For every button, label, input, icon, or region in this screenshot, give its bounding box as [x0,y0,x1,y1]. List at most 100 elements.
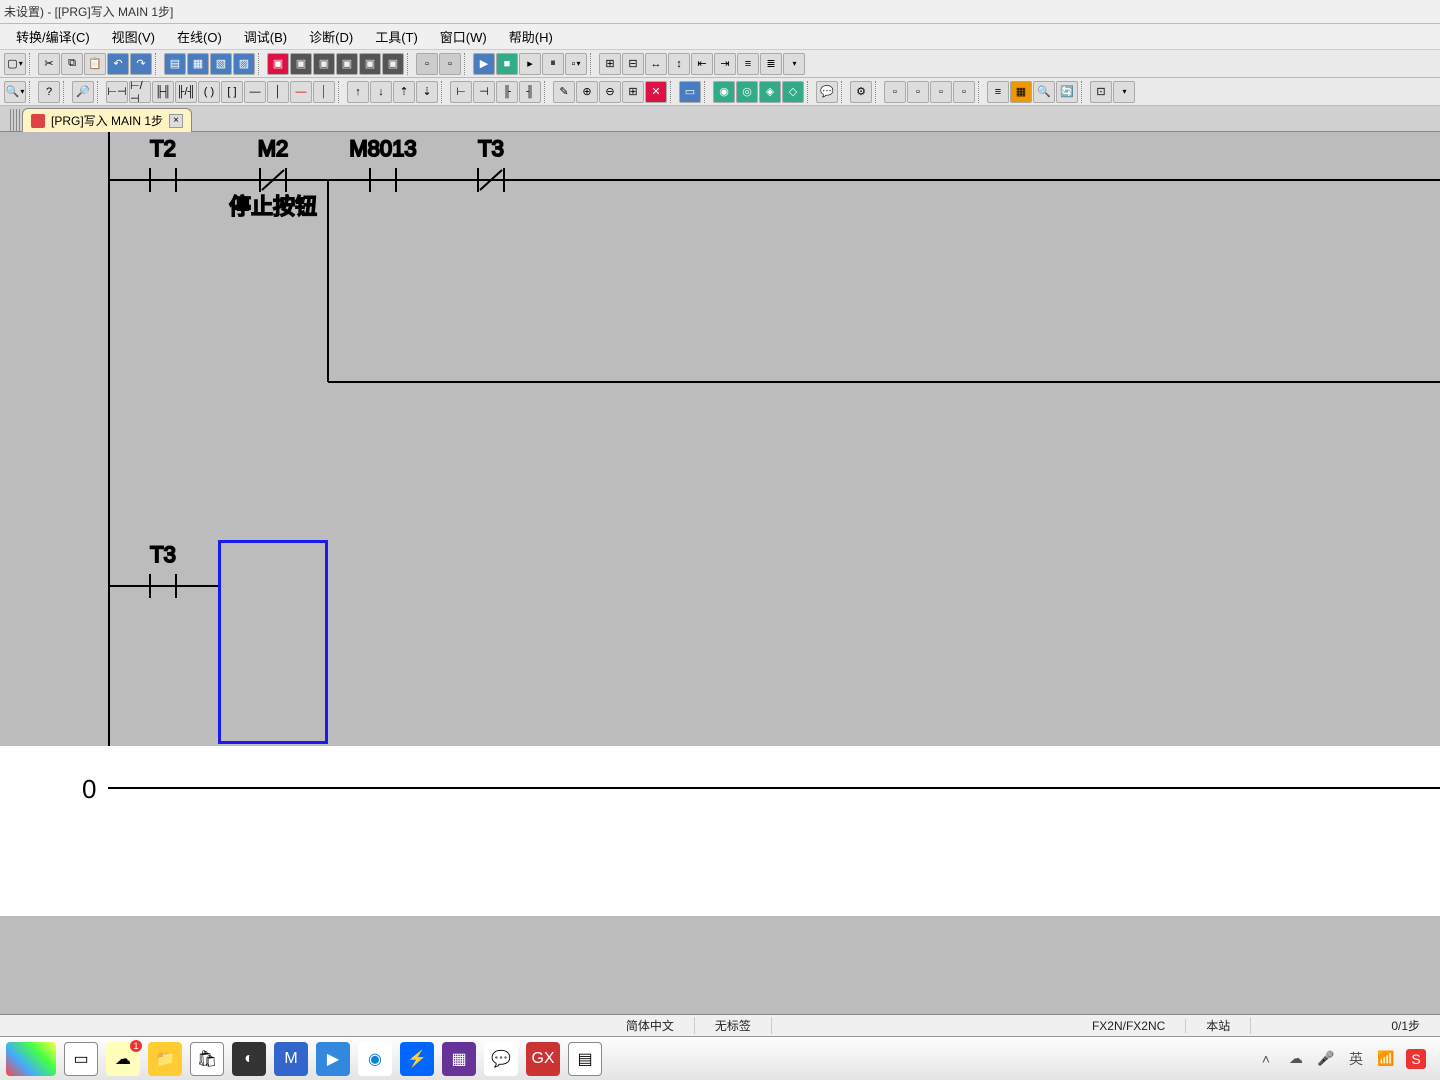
read-button[interactable]: ▣ [290,53,312,75]
tab-main-program[interactable]: [PRG]写入 MAIN 1步 × [22,108,192,132]
rebuild-button[interactable]: ▦ [187,53,209,75]
tab-grip[interactable] [10,109,22,131]
ladder-editor[interactable]: 0 T2 M2 停止按钮 [0,132,1440,1014]
view-button[interactable]: ▦ [1010,81,1032,103]
menu-debug[interactable]: 调试(B) [238,25,293,48]
start-button[interactable] [6,1042,56,1076]
pulse-or-up-button[interactable]: ⇡ [393,81,415,103]
step-button[interactable]: ▸ [519,53,541,75]
tool-button[interactable]: ▫ [930,81,952,103]
convert-all-button[interactable]: ▨ [233,53,255,75]
menu-diagnose[interactable]: 诊断(D) [303,25,359,48]
online-button[interactable]: ◇ [782,81,804,103]
redo-button[interactable]: ↷ [130,53,152,75]
label-button[interactable]: ▭ [679,81,701,103]
tool-button[interactable]: ▫ [416,53,438,75]
help-button[interactable]: ? [38,81,60,103]
format-button[interactable]: ≡ [737,53,759,75]
monitor-button[interactable]: ▣ [336,53,358,75]
alt-contact-button[interactable]: ⊢ [450,81,472,103]
view-button[interactable]: ≡ [987,81,1009,103]
watch-button[interactable]: ▣ [359,53,381,75]
dropdown-button[interactable]: ▢ [4,53,26,75]
app-icon[interactable]: M [274,1042,308,1076]
insert-col-button[interactable]: ⊞ [622,81,644,103]
build-button[interactable]: ▤ [164,53,186,75]
pause-button[interactable]: ⏸ [542,53,564,75]
nav-button[interactable]: ⇥ [714,53,736,75]
ime-switch-icon[interactable]: S [1406,1049,1426,1069]
app-icon[interactable]: ▦ [442,1042,476,1076]
tab-close-button[interactable]: × [169,114,183,128]
contact-m2-nc[interactable]: M2 停止按钮 [229,136,317,219]
more-button[interactable]: ▫ [565,53,587,75]
overflow-button[interactable] [783,53,805,75]
online-button[interactable]: ◎ [736,81,758,103]
alt-contact-button[interactable]: ╟ [496,81,518,103]
app-icon[interactable]: ◐ [232,1042,266,1076]
alt-contact-button[interactable]: ⊣ [473,81,495,103]
task-view-icon[interactable]: ▭ [64,1042,98,1076]
tool-button[interactable]: ▫ [439,53,461,75]
convert-button[interactable]: ▧ [210,53,232,75]
cloud-icon[interactable]: ☁ [1286,1049,1306,1069]
undo-button[interactable]: ↶ [107,53,129,75]
app-icon[interactable]: ▤ [568,1042,602,1076]
edit-button[interactable]: ✎ [553,81,575,103]
zoom-button[interactable]: ⊞ [599,53,621,75]
store-icon[interactable]: 🛍 [190,1042,224,1076]
file-explorer-icon[interactable]: 📁 [148,1042,182,1076]
tool-button[interactable]: ▫ [953,81,975,103]
search-button[interactable]: 🔍 [1033,81,1055,103]
contact-no-button[interactable]: ⊢⊣ [106,81,128,103]
tool-button[interactable]: ▫ [907,81,929,103]
edge-icon[interactable]: ◉ [358,1042,392,1076]
contact-ornc-button[interactable]: ╟/╢ [175,81,197,103]
verify-button[interactable]: ▣ [313,53,335,75]
comment-button[interactable]: 💬 [816,81,838,103]
contact-t3-no[interactable]: T3 [150,542,176,598]
pulse-down-button[interactable]: ↓ [370,81,392,103]
alt-contact-button[interactable]: ╢ [519,81,541,103]
tool-button[interactable]: ⚙ [850,81,872,103]
format-button[interactable]: ≣ [760,53,782,75]
contact-nc-button[interactable]: ⊢/⊣ [129,81,151,103]
delete-button[interactable]: ✕ [645,81,667,103]
network-icon[interactable]: 📶 [1376,1049,1396,1069]
online-button[interactable]: ◉ [713,81,735,103]
copy-button[interactable]: ⧉ [61,53,83,75]
contact-t3-nc[interactable]: T3 [478,136,504,192]
vline-button[interactable]: │ [267,81,289,103]
del-vline-button[interactable]: │ [313,81,335,103]
nav-button[interactable]: ⇤ [691,53,713,75]
nav-button[interactable]: ↔ [645,53,667,75]
func-button[interactable]: [ ] [221,81,243,103]
menu-online[interactable]: 在线(O) [171,25,228,48]
zoom-fit-button[interactable]: ⊡ [1090,81,1112,103]
menu-view[interactable]: 视图(V) [106,25,161,48]
device-button[interactable]: ▣ [382,53,404,75]
insert-row-button[interactable]: ⊕ [576,81,598,103]
menu-convert[interactable]: 转换/编译(C) [10,25,96,48]
run-button[interactable]: ▶ [473,53,495,75]
zoom-dropdown[interactable]: 🔍 [4,81,26,103]
cut-button[interactable]: ✂ [38,53,60,75]
contact-t2[interactable]: T2 [150,136,176,192]
write-button[interactable]: ▣ [267,53,289,75]
online-button[interactable]: ◈ [759,81,781,103]
app-icon[interactable]: ▶ [316,1042,350,1076]
pulse-up-button[interactable]: ↑ [347,81,369,103]
pulse-or-down-button[interactable]: ⇣ [416,81,438,103]
microphone-icon[interactable]: 🎤 [1316,1049,1336,1069]
paste-button[interactable]: 📋 [84,53,106,75]
coil-button[interactable]: ( ) [198,81,220,103]
overflow-button[interactable] [1113,81,1135,103]
zoom-button[interactable]: ⊟ [622,53,644,75]
menu-window[interactable]: 窗口(W) [434,25,493,48]
tray-expand-icon[interactable]: ˄ [1256,1049,1276,1069]
nav-button[interactable]: ↕ [668,53,690,75]
del-hline-button[interactable]: — [290,81,312,103]
tool-button[interactable]: ▫ [884,81,906,103]
hline-button[interactable]: — [244,81,266,103]
find-button[interactable]: 🔎 [72,81,94,103]
